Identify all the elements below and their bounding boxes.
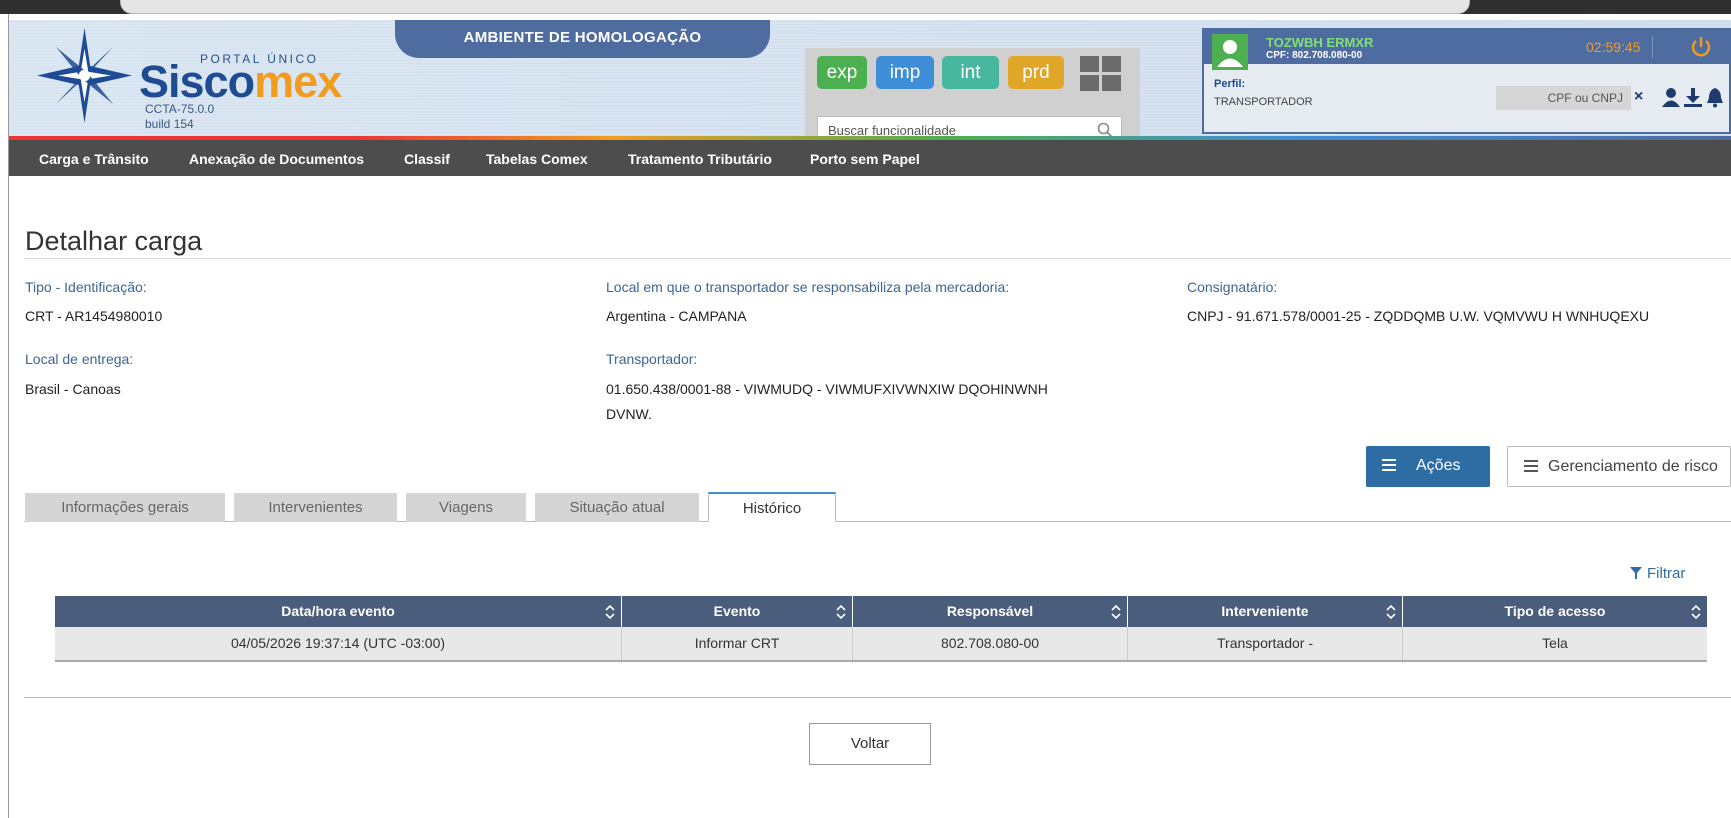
transportador-value: 01.650.438/0001-88 - VIWMUDQ - VIWMUFXIV… <box>606 381 1048 397</box>
table-row[interactable]: 04/05/2026 19:37:14 (UTC -03:00) Informa… <box>55 627 1707 662</box>
tab-viagens[interactable]: Viagens <box>406 493 526 522</box>
user-avatar-icon <box>1212 34 1248 70</box>
table-cell: Transportador - <box>1128 627 1403 660</box>
clear-icon[interactable]: × <box>1634 88 1643 106</box>
menu-icon <box>1382 459 1396 471</box>
module-exp-button[interactable]: exp <box>817 56 867 89</box>
user-panel: TOZWBH ERMXR CPF: 802.708.080-00 02:59:4… <box>1202 28 1731 134</box>
nav-porto-sem-papel[interactable]: Porto sem Papel <box>810 151 920 167</box>
perfil-label: Perfil: <box>1214 78 1246 90</box>
brand-name: Siscomex <box>139 56 342 107</box>
transportador-label: Transportador: <box>606 351 698 367</box>
user-name: TOZWBH ERMXR <box>1266 35 1374 50</box>
consignatario-value: CNPJ - 91.671.578/0001-25 - ZQDDQMB U.W.… <box>1187 308 1650 324</box>
divider <box>24 697 1731 698</box>
sort-icon[interactable] <box>836 604 846 620</box>
column-header-responsavel[interactable]: Responsável <box>853 596 1128 627</box>
nav-tratamento-tributario[interactable]: Tratamento Tributário <box>628 151 772 167</box>
nav-tabelas-comex[interactable]: Tabelas Comex <box>486 151 588 167</box>
module-prd-button[interactable]: prd <box>1008 56 1064 89</box>
divider <box>24 258 1731 259</box>
tab-informacoes-gerais[interactable]: Informações gerais <box>25 493 225 522</box>
cpf-cnpj-input[interactable]: CPF ou CNPJ <box>1496 86 1631 110</box>
voltar-button[interactable]: Voltar <box>809 723 931 765</box>
browser-tab-edge <box>120 0 1470 14</box>
nav-anexacao-documentos[interactable]: Anexação de Documentos <box>189 151 364 167</box>
local-entrega-value: Brasil - Canoas <box>25 381 121 397</box>
siscomex-logo[interactable]: PORTAL ÚNICO Siscomex CCTA-75.0.0 build … <box>37 28 342 131</box>
gerenciamento-risco-button[interactable]: Gerenciamento de risco <box>1507 446 1731 487</box>
acoes-button[interactable]: Ações <box>1366 446 1490 487</box>
sort-icon[interactable] <box>1691 604 1701 620</box>
tipo-identificacao-label: Tipo - Identificação: <box>25 279 147 295</box>
consignatario-label: Consignatário: <box>1187 279 1278 295</box>
module-int-button[interactable]: int <box>942 56 999 89</box>
module-imp-button[interactable]: imp <box>876 56 934 89</box>
sort-icon[interactable] <box>605 604 615 620</box>
perfil-value: TRANSPORTADOR <box>1214 96 1313 108</box>
table-cell: Informar CRT <box>622 627 853 660</box>
nav-carga-transito[interactable]: Carga e Trânsito <box>39 151 149 167</box>
filter-icon <box>1630 567 1642 579</box>
column-header-data-hora[interactable]: Data/hora evento <box>55 596 622 627</box>
bell-icon[interactable] <box>1705 86 1725 108</box>
tab-situacao-atual[interactable]: Situação atual <box>535 493 699 522</box>
person-icon[interactable] <box>1661 86 1681 108</box>
nav-classif[interactable]: Classif <box>404 151 450 167</box>
local-entrega-label: Local de entrega: <box>25 351 134 367</box>
menu-icon <box>1524 460 1538 472</box>
grid-apps-icon[interactable] <box>1080 56 1122 92</box>
main-nav: Carga e Trânsito Anexação de Documentos … <box>9 140 1731 176</box>
page-title: Detalhar carga <box>25 226 203 256</box>
user-cpf: CPF: 802.708.080-00 <box>1266 50 1363 61</box>
table-cell: 04/05/2026 19:37:14 (UTC -03:00) <box>55 627 622 660</box>
local-responsabiliza-value: Argentina - CAMPANA <box>606 308 747 324</box>
power-icon[interactable] <box>1689 35 1713 59</box>
tipo-identificacao-value: CRT - AR1454980010 <box>25 308 163 324</box>
sort-icon[interactable] <box>1111 604 1121 620</box>
table-header: Data/hora evento Evento Responsável Inte… <box>55 596 1707 627</box>
version-info: CCTA-75.0.0 build 154 <box>145 102 215 131</box>
tab-historico[interactable]: Histórico <box>708 492 836 522</box>
table-cell: 802.708.080-00 <box>853 627 1128 660</box>
download-icon[interactable] <box>1683 86 1703 108</box>
session-timer: 02:59:45 <box>1586 39 1641 55</box>
user-panel-top: TOZWBH ERMXR CPF: 802.708.080-00 02:59:4… <box>1204 30 1729 70</box>
portal-header: PORTAL ÚNICO Siscomex CCTA-75.0.0 build … <box>9 20 1731 148</box>
tab-intervenientes[interactable]: Intervenientes <box>234 493 397 522</box>
browser-top-strip <box>0 0 1731 14</box>
module-switcher: exp imp int prd Buscar funcionalidade <box>805 48 1140 148</box>
separator <box>1652 36 1653 58</box>
column-header-tipo-acesso[interactable]: Tipo de acesso <box>1403 596 1707 627</box>
environment-banner: AMBIENTE DE HOMOLOGAÇÃO <box>395 20 770 58</box>
filter-button[interactable]: Filtrar <box>1630 565 1685 582</box>
transportador-value-cont: DVNW. <box>606 406 652 422</box>
column-header-interveniente[interactable]: Interveniente <box>1128 596 1403 627</box>
table-cell: Tela <box>1542 635 1568 651</box>
local-responsabiliza-label: Local em que o transportador se responsa… <box>606 279 1010 295</box>
column-header-evento[interactable]: Evento <box>622 596 853 627</box>
sort-icon[interactable] <box>1386 604 1396 620</box>
star-logo-icon <box>37 28 132 123</box>
